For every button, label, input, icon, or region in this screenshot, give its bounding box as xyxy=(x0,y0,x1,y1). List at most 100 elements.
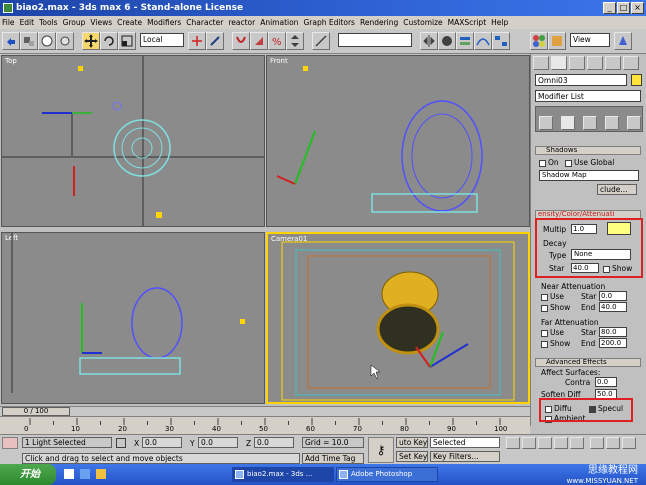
angle-snap-icon[interactable] xyxy=(250,32,268,50)
menu-graph-editors[interactable]: Graph Editors xyxy=(303,18,355,27)
curve-editor-icon[interactable] xyxy=(474,32,492,50)
menu-customize[interactable]: Customize xyxy=(403,18,442,27)
menu-tools[interactable]: Tools xyxy=(39,18,57,27)
exclude-button[interactable]: clude... xyxy=(597,184,637,195)
snap-toggle-icon[interactable] xyxy=(232,32,250,50)
go-to-end-icon[interactable] xyxy=(570,437,584,449)
arc-rotate-icon[interactable] xyxy=(622,437,636,449)
menu-help[interactable]: Help xyxy=(491,18,508,27)
configure-modifier-sets-icon[interactable] xyxy=(627,116,641,130)
undo-icon[interactable] xyxy=(2,32,20,50)
max-script-listener-icon[interactable] xyxy=(2,437,18,449)
zoom-icon[interactable] xyxy=(590,437,604,449)
near-show-checkbox[interactable]: Show xyxy=(541,303,570,312)
set-key-button[interactable]: Set Key xyxy=(396,451,428,462)
align-icon[interactable] xyxy=(438,32,456,50)
mirror-icon[interactable] xyxy=(420,32,438,50)
menu-rendering[interactable]: Rendering xyxy=(360,18,398,27)
menu-group[interactable]: Group xyxy=(63,18,86,27)
viewport-camera[interactable]: Camera01 xyxy=(266,232,530,404)
menu-edit[interactable]: Edit xyxy=(20,18,35,27)
near-start-input[interactable]: 0.0 xyxy=(599,291,627,301)
previous-frame-icon[interactable] xyxy=(522,437,536,449)
go-to-start-icon[interactable] xyxy=(506,437,520,449)
set-key-mode-icon[interactable]: ⚷ xyxy=(368,437,394,463)
taskbar-item-photoshop[interactable]: Adobe Photoshop xyxy=(336,467,438,482)
far-start-input[interactable]: 80.0 xyxy=(599,327,627,337)
menu-animation[interactable]: Animation xyxy=(260,18,298,27)
object-name-field[interactable]: Omni03 xyxy=(535,74,627,86)
contrast-input[interactable]: 0.0 xyxy=(595,377,617,387)
select-link-icon[interactable] xyxy=(20,32,38,50)
hierarchy-tab-icon[interactable] xyxy=(569,56,585,70)
time-slider-track[interactable] xyxy=(0,406,530,416)
spinner-snap-icon[interactable] xyxy=(286,32,304,50)
menu-modifiers[interactable]: Modifiers xyxy=(147,18,181,27)
lock-selection-icon[interactable] xyxy=(116,438,126,448)
pan-icon[interactable] xyxy=(606,437,620,449)
pin-stack-icon[interactable] xyxy=(539,116,553,130)
z-coord-input[interactable]: 0.0 xyxy=(254,437,294,448)
track-bar[interactable]: 0 10 20 30 40 50 60 70 80 90 100 xyxy=(0,416,530,434)
add-time-tag-button[interactable]: Add Time Tag xyxy=(302,453,364,464)
create-tab-icon[interactable] xyxy=(533,56,549,70)
close-button[interactable]: × xyxy=(631,2,644,14)
key-selection-dropdown[interactable]: Selected xyxy=(430,437,500,448)
named-selection-icon[interactable] xyxy=(312,32,330,50)
menu-maxscript[interactable]: MAXScript xyxy=(448,18,487,27)
modify-tab-icon[interactable] xyxy=(551,56,567,70)
object-color-swatch[interactable] xyxy=(631,74,642,86)
modifier-list-dropdown[interactable]: Modifier List xyxy=(535,90,641,102)
quicklaunch-desktop-icon[interactable] xyxy=(64,469,74,479)
next-frame-icon[interactable] xyxy=(554,437,568,449)
viewport-top[interactable]: Top xyxy=(1,55,265,227)
material-editor-icon[interactable] xyxy=(530,32,548,50)
far-end-input[interactable]: 200.0 xyxy=(599,338,627,348)
select-rotate-icon[interactable] xyxy=(100,32,118,50)
use-global-checkbox[interactable]: Use Global xyxy=(565,158,614,167)
far-show-checkbox[interactable]: Show xyxy=(541,339,570,348)
maximize-button[interactable]: □ xyxy=(617,2,630,14)
select-move-icon[interactable] xyxy=(82,32,100,50)
auto-key-button[interactable]: uto Key xyxy=(396,437,428,448)
taskbar-item-3dsmax[interactable]: biao2.max - 3ds ... xyxy=(232,467,334,482)
viewport-front[interactable]: Front xyxy=(266,55,530,227)
y-coord-input[interactable]: 0.0 xyxy=(198,437,238,448)
x-coord-input[interactable]: 0.0 xyxy=(142,437,182,448)
far-use-checkbox[interactable]: Use xyxy=(541,328,564,337)
show-end-result-icon[interactable] xyxy=(561,116,575,130)
menu-character[interactable]: Character xyxy=(186,18,223,27)
menu-file[interactable]: File xyxy=(2,18,15,27)
near-use-checkbox[interactable]: Use xyxy=(541,292,564,301)
select-manipulate-icon[interactable] xyxy=(206,32,224,50)
select-scale-icon[interactable] xyxy=(118,32,136,50)
motion-tab-icon[interactable] xyxy=(587,56,603,70)
key-filters-button[interactable]: Key Filters... xyxy=(430,451,500,462)
menu-reactor[interactable]: reactor xyxy=(228,18,255,27)
render-scene-icon[interactable] xyxy=(548,32,566,50)
schematic-view-icon[interactable] xyxy=(492,32,510,50)
play-icon[interactable] xyxy=(538,437,552,449)
quicklaunch-ie-icon[interactable] xyxy=(80,469,90,479)
display-tab-icon[interactable] xyxy=(605,56,621,70)
reference-coordinate-dropdown[interactable]: Local xyxy=(140,33,184,47)
make-unique-icon[interactable] xyxy=(583,116,597,130)
percent-snap-icon[interactable]: % xyxy=(268,32,286,50)
menu-create[interactable]: Create xyxy=(117,18,142,27)
quicklaunch-folder-icon[interactable] xyxy=(96,469,106,479)
remove-modifier-icon[interactable] xyxy=(605,116,619,130)
named-selection-set-dropdown[interactable] xyxy=(338,33,412,47)
utilities-tab-icon[interactable] xyxy=(623,56,639,70)
select-object-icon[interactable] xyxy=(56,32,74,50)
bind-spacewarp-icon[interactable] xyxy=(38,32,56,50)
layer-manager-icon[interactable] xyxy=(456,32,474,50)
time-slider[interactable]: 0 / 100 xyxy=(2,407,70,416)
render-type-dropdown[interactable]: View xyxy=(570,33,610,47)
viewport-left[interactable]: Left xyxy=(1,232,265,404)
shadow-type-dropdown[interactable]: Shadow Map xyxy=(539,170,639,181)
shadows-rollout-header[interactable]: Shadows xyxy=(535,146,641,155)
minimize-button[interactable]: _ xyxy=(603,2,616,14)
advanced-effects-rollout-header[interactable]: Advanced Effects xyxy=(535,358,641,367)
shadows-on-checkbox[interactable]: On xyxy=(539,158,559,167)
start-button[interactable]: 开始 xyxy=(0,464,56,485)
